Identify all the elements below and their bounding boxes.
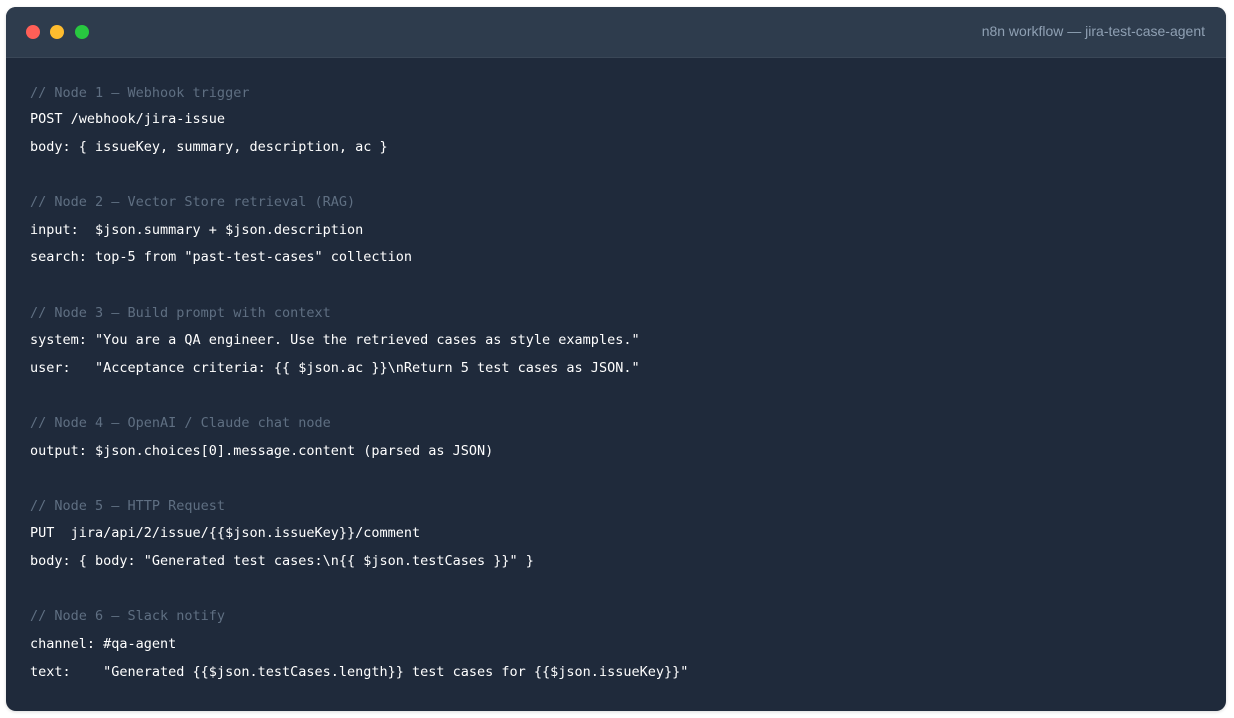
- code-comment-node-1: // Node 1 — Webhook trigger: [30, 85, 250, 101]
- code-comment-node-4: // Node 4 — OpenAI / Claude chat node: [30, 415, 331, 431]
- minimize-window-button[interactable]: [50, 25, 64, 39]
- code-comment-node-5: // Node 5 — HTTP Request: [30, 498, 226, 514]
- code-line: channel: #qa-agent: [30, 636, 177, 652]
- code-comment-node-3: // Node 3 — Build prompt with context: [30, 305, 331, 321]
- code-line: system: "You are a QA engineer. Use the …: [30, 332, 640, 348]
- window-title: n8n workflow — jira-test-case-agent: [981, 23, 1205, 39]
- code-line: input: $json.summary + $json.description: [30, 222, 364, 238]
- maximize-window-button[interactable]: [75, 25, 89, 39]
- code-line: POST /webhook/jira-issue: [30, 111, 226, 127]
- code-line: output: $json.choices[0].message.content…: [30, 443, 494, 459]
- window-titlebar: n8n workflow — jira-test-case-agent: [6, 7, 1226, 58]
- code-line: search: top-5 from "past-test-cases" col…: [30, 249, 413, 265]
- code-line: body: { issueKey, summary, description, …: [30, 139, 388, 155]
- code-comment-node-2: // Node 2 — Vector Store retrieval (RAG): [30, 194, 356, 210]
- code-line: body: { body: "Generated test cases:\n{{…: [30, 553, 534, 569]
- code-line: PUT jira/api/2/issue/{{$json.issueKey}}/…: [30, 525, 421, 541]
- code-window: n8n workflow — jira-test-case-agent // N…: [6, 7, 1226, 711]
- close-window-button[interactable]: [26, 25, 40, 39]
- code-line: user: "Acceptance criteria: {{ $json.ac …: [30, 360, 640, 376]
- code-line: text: "Generated {{$json.testCases.lengt…: [30, 664, 689, 680]
- code-comment-node-6: // Node 6 — Slack notify: [30, 608, 226, 624]
